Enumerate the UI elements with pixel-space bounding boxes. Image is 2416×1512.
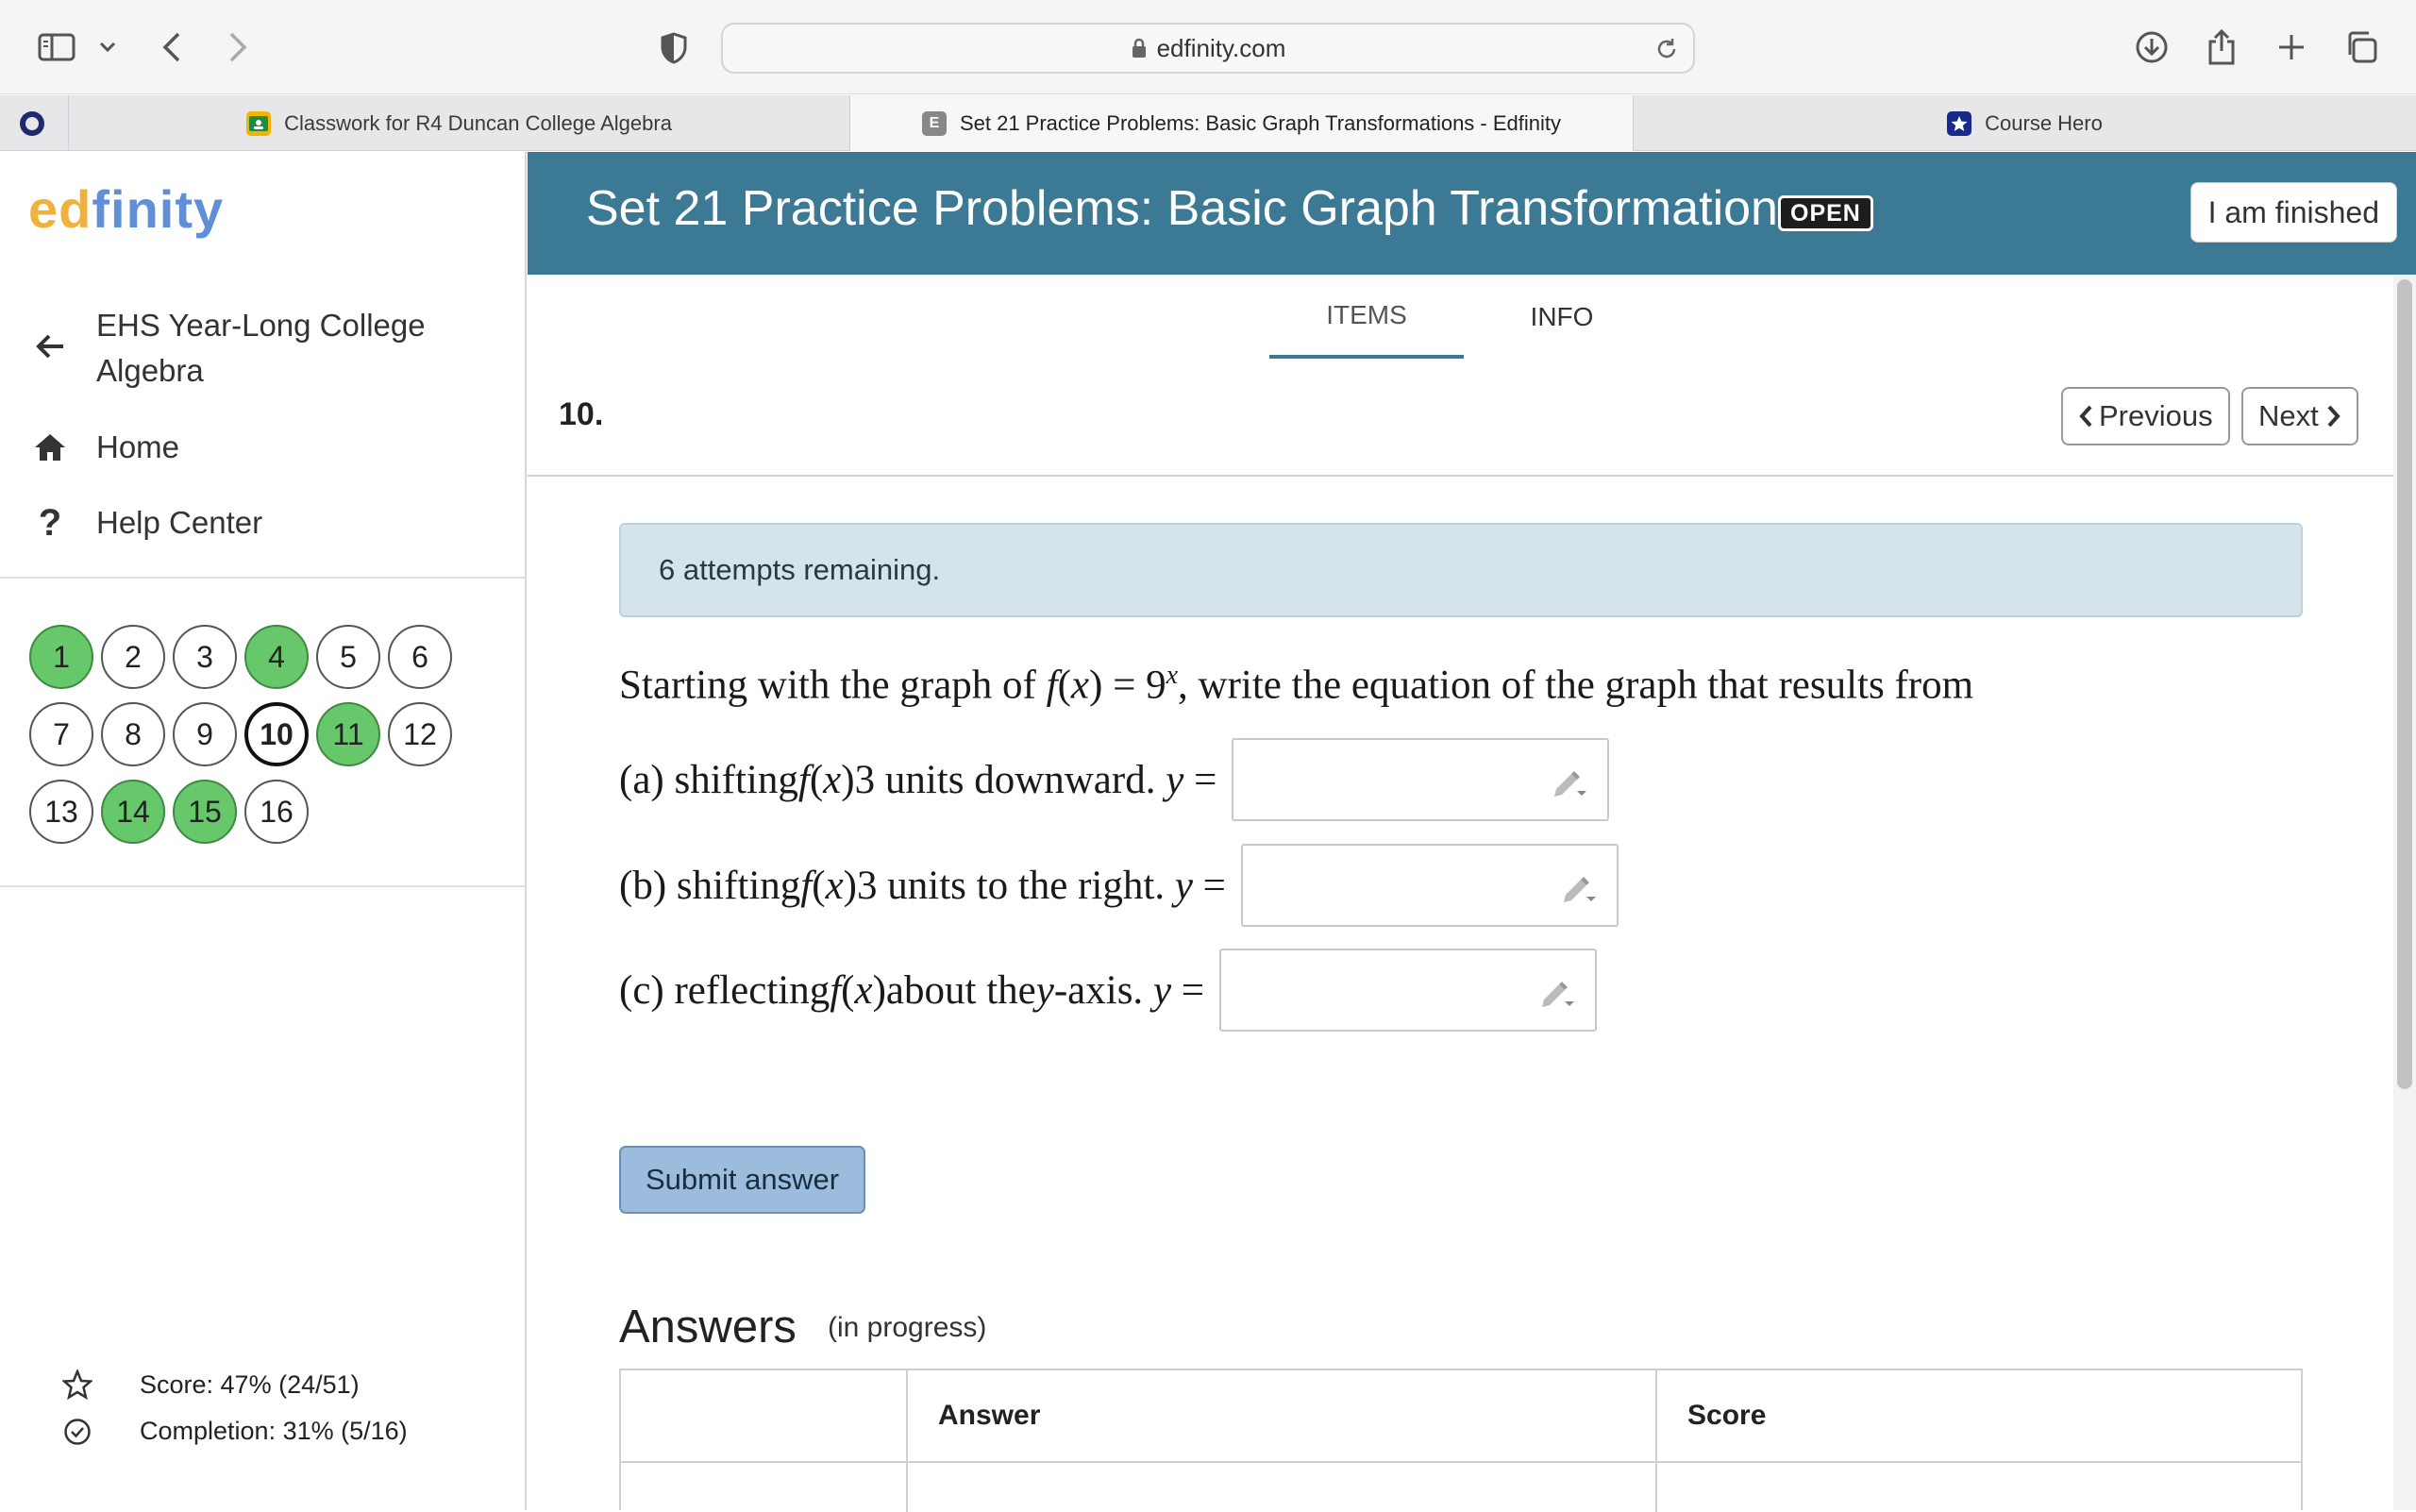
url-text: edfinity.com — [1156, 33, 1286, 62]
lock-icon — [1131, 38, 1148, 59]
question-nav-button[interactable]: 15 — [173, 780, 237, 844]
tab-info[interactable]: INFO — [1505, 276, 1619, 359]
assignment-header: Set 21 Practice Problems: Basic Graph Tr… — [528, 152, 2416, 275]
question-text: Starting with the graph of f(x) = 9x, wr… — [619, 661, 1974, 708]
question-nav-button[interactable]: 11 — [316, 702, 380, 766]
status-badge: OPEN — [1778, 195, 1873, 231]
sidebar: edfinity EHS Year-Long College Algebra H… — [0, 152, 527, 1510]
question-nav-button[interactable]: 7 — [29, 702, 93, 766]
question-nav-button[interactable]: 2 — [101, 625, 165, 689]
question-nav-button[interactable]: 16 — [244, 780, 309, 844]
extension-icon[interactable] — [15, 109, 49, 139]
download-icon[interactable] — [2133, 28, 2171, 66]
question-nav-button[interactable]: 13 — [29, 780, 93, 844]
share-icon[interactable] — [2203, 26, 2240, 68]
question-mark-icon: ? — [38, 502, 62, 544]
function-base: 9 — [1146, 663, 1166, 708]
pencil-icon[interactable] — [1551, 764, 1588, 811]
tab-overview-icon[interactable] — [2342, 28, 2380, 66]
previous-button[interactable]: Previous — [2061, 387, 2230, 445]
edfinity-logo[interactable]: edfinity — [28, 178, 224, 240]
question-nav-button[interactable]: 1 — [29, 625, 93, 689]
question-nav-button[interactable]: 9 — [173, 702, 237, 766]
tab-label: Classwork for R4 Duncan College Algebra — [284, 110, 672, 135]
question-nav-button[interactable]: 6 — [388, 625, 452, 689]
reload-icon[interactable] — [1653, 36, 1680, 69]
question-nav-button[interactable]: 14 — [101, 780, 165, 844]
course-hero-icon — [1947, 110, 1972, 136]
completion-text: Completion: 31% (5/16) — [140, 1417, 408, 1445]
next-label: Next — [2258, 399, 2319, 432]
tab-edfinity[interactable]: E Set 21 Practice Problems: Basic Graph … — [849, 95, 1633, 151]
question-part-a: (a) shifting f(x) 3 units downward. y = — [619, 738, 1610, 821]
back-icon[interactable] — [155, 28, 189, 66]
star-icon — [59, 1369, 96, 1400]
chevron-down-icon[interactable] — [94, 36, 121, 59]
new-tab-icon[interactable] — [2273, 28, 2310, 66]
help-center-label: Help Center — [96, 505, 263, 540]
check-circle-icon — [59, 1418, 96, 1446]
tab-course-hero[interactable]: Course Hero — [1633, 95, 2416, 151]
tab-classwork[interactable]: Classwork for R4 Duncan College Algebra — [68, 95, 849, 151]
answer-input-c[interactable] — [1219, 949, 1598, 1032]
browser-tab-bar: Classwork for R4 Duncan College Algebra … — [0, 95, 2416, 151]
tab-label: Set 21 Practice Problems: Basic Graph Tr… — [959, 110, 1562, 135]
content-scrollbar[interactable] — [2393, 276, 2416, 1510]
question-part-c: (c) reflecting f(x) about the y -axis. y … — [619, 949, 1598, 1032]
forward-icon[interactable] — [221, 28, 255, 66]
home-icon — [28, 425, 72, 470]
answer-input-b[interactable] — [1240, 844, 1619, 927]
previous-label: Previous — [2099, 399, 2213, 432]
sidebar-item-home[interactable]: Home — [28, 425, 179, 470]
question-nav-button[interactable]: 5 — [316, 625, 380, 689]
chevron-right-icon — [2326, 404, 2341, 428]
next-button[interactable]: Next — [2241, 387, 2358, 445]
score-text: Score: 47% (24/51) — [140, 1369, 360, 1399]
google-classroom-icon — [246, 110, 272, 136]
question-nav-button[interactable]: 3 — [173, 625, 237, 689]
submit-answer-button[interactable]: Submit answer — [619, 1146, 866, 1214]
page-title: Set 21 Practice Problems: Basic Graph Tr… — [586, 181, 1803, 236]
edfinity-icon: E — [921, 110, 947, 136]
content-tabs: ITEMS INFO — [528, 276, 2393, 359]
privacy-shield-icon[interactable] — [657, 30, 691, 66]
item-header-divider — [528, 475, 2393, 477]
question-part-b: (b) shifting f(x) 3 units to the right. … — [619, 844, 1619, 927]
tab-items[interactable]: ITEMS — [1269, 276, 1464, 359]
sidebar-divider — [0, 885, 525, 887]
answers-heading: Answers — [619, 1302, 797, 1352]
attempts-remaining-alert: 6 attempts remaining. — [619, 523, 2303, 617]
sidebar-item-help-center[interactable]: ? Help Center — [28, 500, 262, 546]
tab-label: Course Hero — [1985, 110, 2103, 135]
answers-status: (in progress) — [828, 1312, 987, 1343]
answers-table: Answer Score — [619, 1369, 2303, 1512]
column-header-score: Score — [1687, 1400, 1767, 1431]
column-header-answer: Answer — [938, 1400, 1041, 1431]
column-header-part — [621, 1370, 906, 1461]
question-nav-button[interactable]: 10 — [244, 702, 309, 766]
back-to-course-link[interactable]: EHS Year-Long College Algebra — [28, 303, 426, 394]
arrow-left-icon — [28, 324, 72, 369]
question-nav-button[interactable]: 4 — [244, 625, 309, 689]
function-exponent: x — [1166, 661, 1179, 690]
question-nav-button[interactable]: 12 — [388, 702, 452, 766]
i-am-finished-button[interactable]: I am finished — [2190, 182, 2397, 243]
scrollbar-thumb[interactable] — [2397, 279, 2412, 1089]
completion-stat: Completion: 31% (5/16) — [59, 1417, 408, 1446]
answer-input-a[interactable] — [1232, 738, 1610, 821]
url-bar[interactable]: edfinity.com — [721, 23, 1695, 74]
browser-toolbar: edfinity.com — [0, 0, 2416, 94]
pencil-icon[interactable] — [1560, 870, 1598, 916]
home-label: Home — [96, 429, 180, 464]
course-name-line2: Algebra — [96, 353, 204, 388]
pencil-icon[interactable] — [1538, 975, 1576, 1021]
sidebar-divider — [0, 577, 525, 579]
row-divider — [621, 1461, 2301, 1463]
question-nav-button[interactable]: 8 — [101, 702, 165, 766]
course-name-line1: EHS Year-Long College — [96, 308, 426, 343]
sidebar-toggle-icon[interactable] — [36, 30, 77, 64]
chevron-left-icon — [2078, 404, 2093, 428]
score-stat: Score: 47% (24/51) — [59, 1369, 360, 1400]
item-number: 10. — [559, 396, 604, 432]
